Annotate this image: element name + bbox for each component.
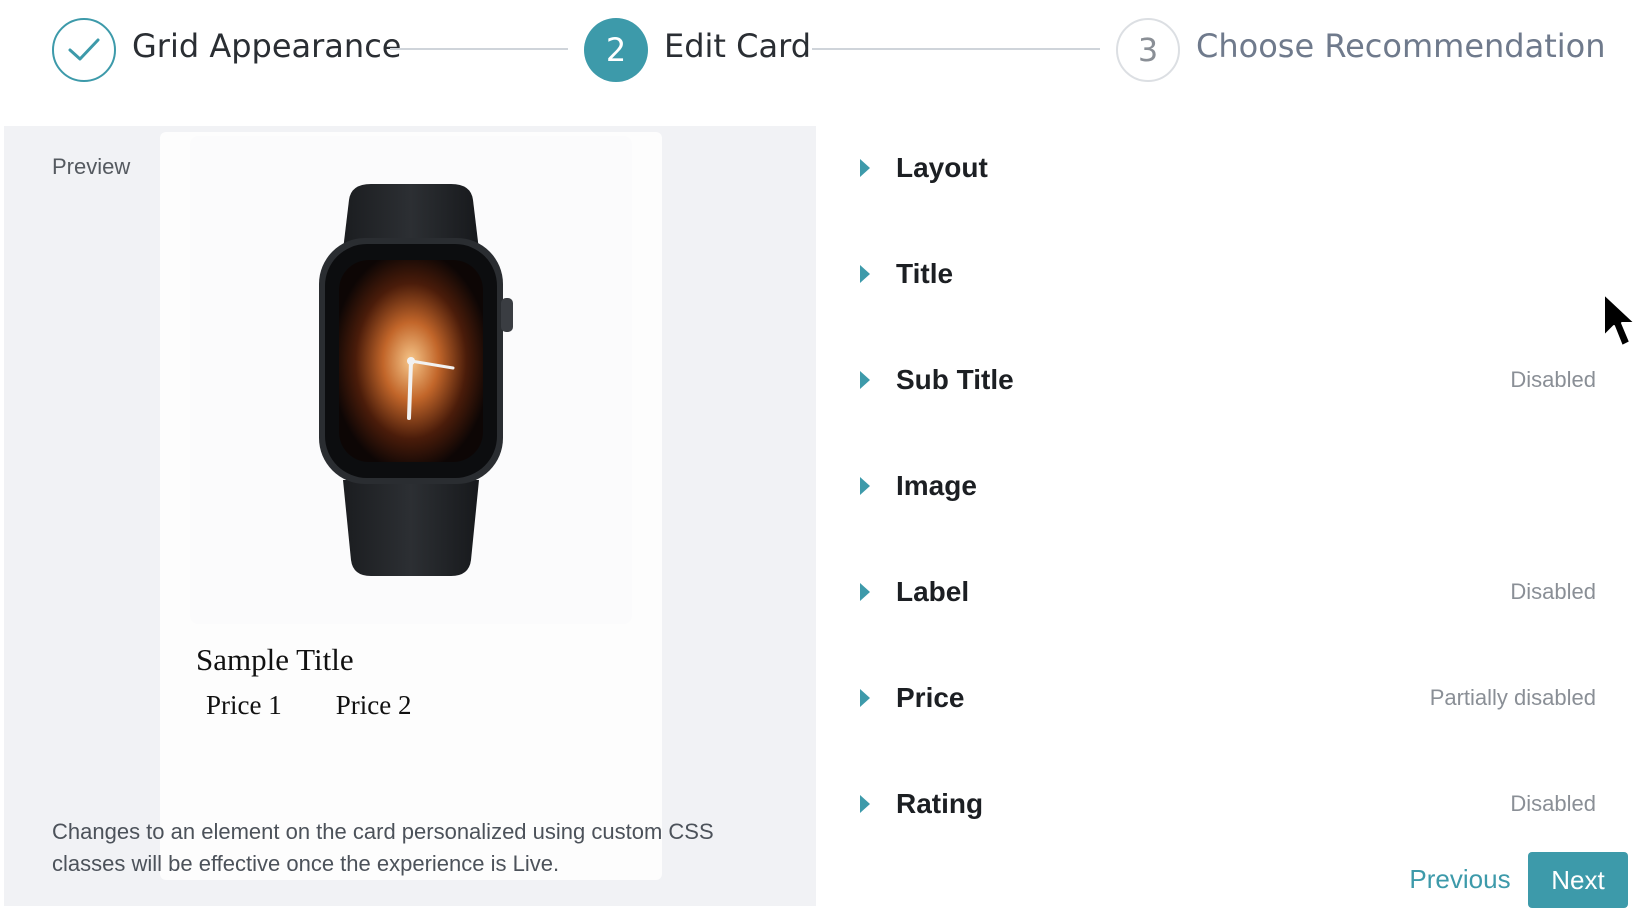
- step-connector: [390, 48, 568, 50]
- setting-row-image[interactable]: Image: [850, 456, 1596, 516]
- card-preview: Sample Title Price 1 Price 2: [160, 132, 662, 880]
- caret-right-icon: [860, 689, 870, 707]
- step-3-label[interactable]: Choose Recommendation: [1196, 26, 1606, 66]
- caret-right-icon: [860, 371, 870, 389]
- setting-name: Label: [896, 576, 970, 607]
- smartwatch-image: [319, 184, 513, 576]
- caret-right-icon: [860, 795, 870, 813]
- setting-name: Layout: [896, 152, 988, 183]
- step-connector: [812, 48, 1100, 50]
- product-image: [190, 136, 632, 624]
- step-2-indicator[interactable]: 2: [584, 18, 648, 82]
- setting-row-label[interactable]: Label Disabled: [850, 562, 1596, 622]
- card-price-row: Price 1 Price 2: [206, 690, 411, 721]
- caret-right-icon: [860, 265, 870, 283]
- step-3-indicator[interactable]: 3: [1116, 18, 1180, 82]
- setting-name: Image: [896, 470, 977, 501]
- next-button[interactable]: Next: [1528, 852, 1628, 908]
- setting-name: Sub Title: [896, 364, 1014, 395]
- step-1-label[interactable]: Grid Appearance: [132, 26, 401, 66]
- setting-name: Rating: [896, 788, 984, 819]
- caret-right-icon: [860, 583, 870, 601]
- setting-row-rating[interactable]: Rating Disabled: [850, 774, 1596, 834]
- setting-row-price[interactable]: Price Partially disabled: [850, 668, 1596, 728]
- previous-button[interactable]: Previous: [1400, 852, 1520, 906]
- preview-panel: Preview Sample Title Price 1 Price 2 Cha…: [4, 126, 816, 906]
- progress-stepper: Grid Appearance 2 Edit Card 3 Choose Rec…: [0, 0, 1636, 100]
- mouse-cursor-icon: [1603, 293, 1636, 347]
- setting-row-title[interactable]: Title: [850, 244, 1596, 304]
- step-1-complete-indicator[interactable]: [52, 18, 116, 82]
- setting-row-layout[interactable]: Layout: [850, 138, 1596, 198]
- preview-heading: Preview: [52, 154, 131, 179]
- setting-status: Disabled: [1510, 791, 1596, 816]
- setting-status: Disabled: [1510, 579, 1596, 604]
- step-2-label[interactable]: Edit Card: [664, 26, 811, 66]
- caret-right-icon: [860, 477, 870, 495]
- checkmark-icon: [68, 38, 100, 61]
- card-price-1[interactable]: Price 1: [206, 690, 282, 721]
- setting-name: Price: [896, 682, 965, 713]
- setting-name: Title: [896, 258, 954, 289]
- card-title[interactable]: Sample Title: [196, 642, 354, 678]
- card-price-2[interactable]: Price 2: [336, 690, 412, 721]
- caret-right-icon: [860, 159, 870, 177]
- setting-row-sub-title[interactable]: Sub Title Disabled: [850, 350, 1596, 410]
- setting-status: Disabled: [1510, 367, 1596, 392]
- custom-css-note: Changes to an element on the card person…: [52, 819, 714, 876]
- setting-status: Partially disabled: [1429, 685, 1596, 710]
